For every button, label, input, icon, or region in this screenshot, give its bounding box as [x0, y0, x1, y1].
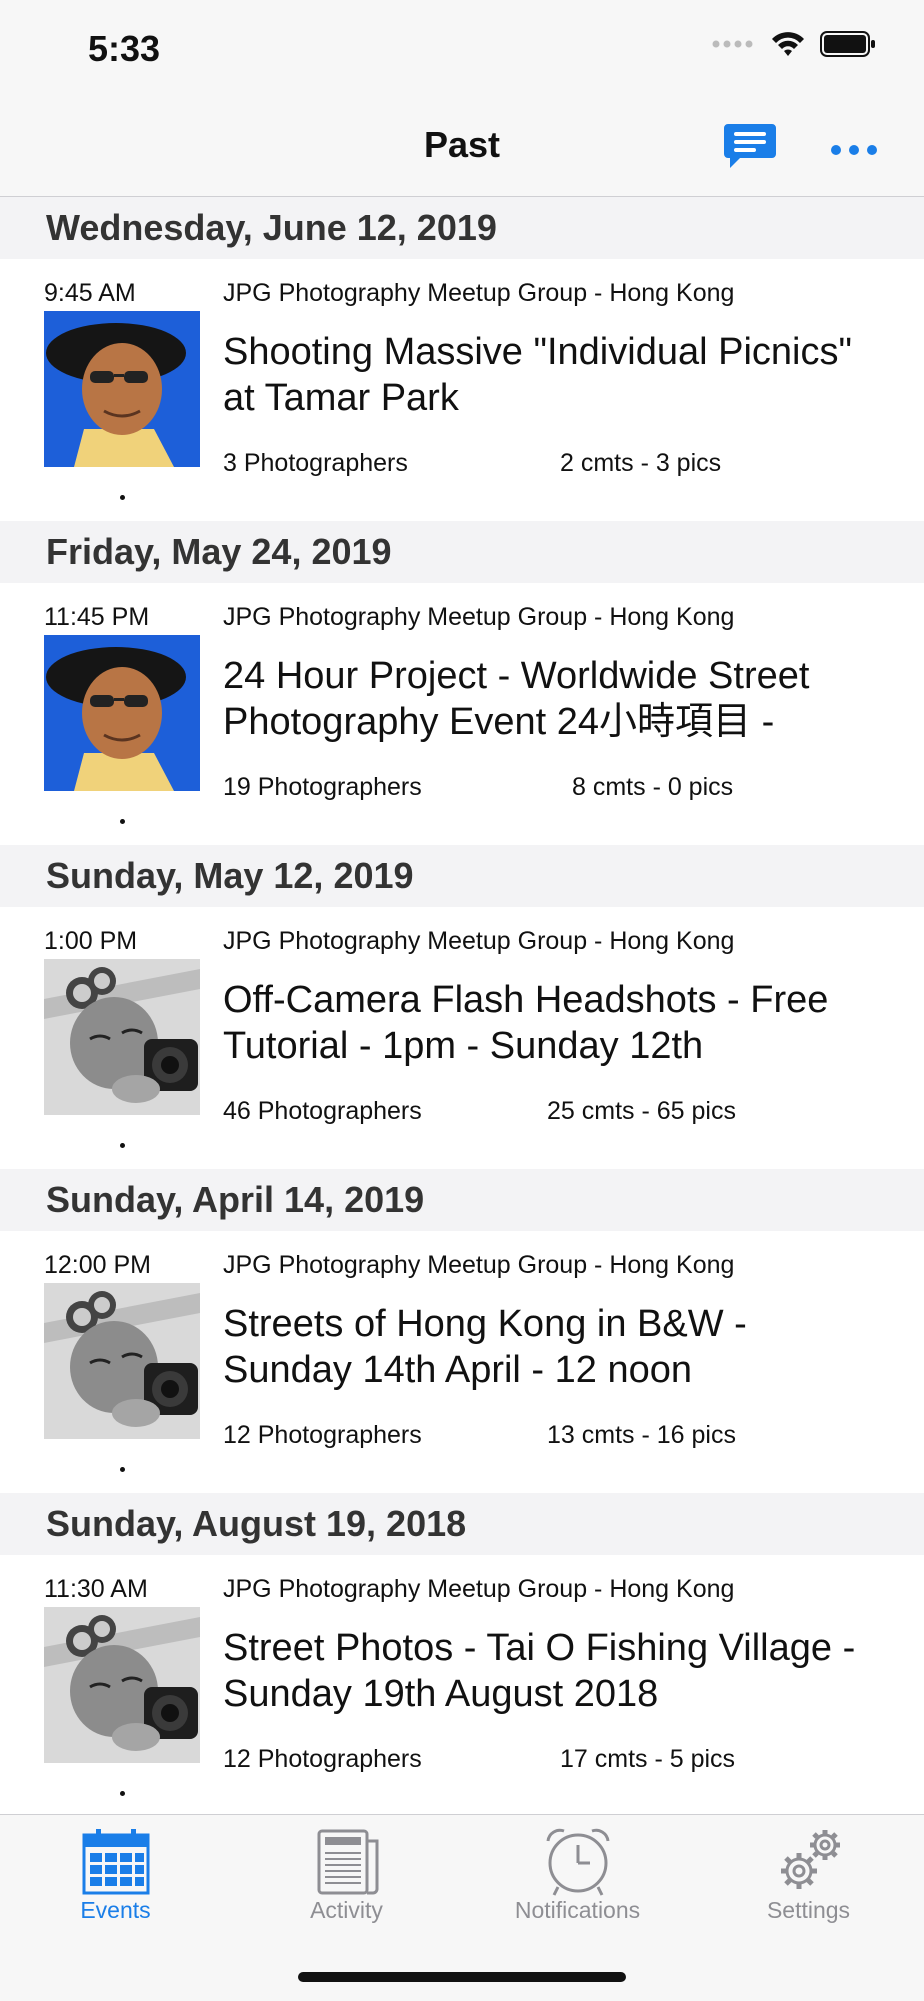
newspaper-icon: [317, 1829, 379, 1895]
photographer-count: 46 Photographers: [223, 1097, 422, 1125]
event-row[interactable]: 1:00 PM JPG Photography Meetup Group - H…: [0, 907, 924, 1169]
event-thumbnail: [44, 959, 200, 1115]
wifi-icon: [772, 32, 804, 56]
tab-label: Settings: [766, 1897, 851, 1923]
photographer-count: 19 Photographers: [223, 773, 422, 801]
event-group-name: JPG Photography Meetup Group - Hong Kong: [223, 1251, 735, 1279]
tab-label: Activity: [310, 1897, 383, 1923]
event-group-name: JPG Photography Meetup Group - Hong Kong: [223, 1575, 735, 1603]
event-thumbnail: [44, 1283, 200, 1439]
chat-icon[interactable]: [720, 118, 780, 178]
status-bar: 5:33: [0, 0, 924, 100]
row-dot: [120, 495, 125, 500]
event-list: Wednesday, June 12, 2019 9:45 AM JPG Pho…: [0, 197, 924, 1817]
event-group-name: JPG Photography Meetup Group - Hong Kong: [223, 279, 735, 307]
battery-icon: [820, 31, 875, 57]
comments-pics-count: 2 cmts - 3 pics: [560, 449, 722, 477]
home-indicator[interactable]: [298, 1972, 626, 1982]
comments-pics-count: 17 cmts - 5 pics: [560, 1745, 736, 1773]
section-header-date: Sunday, August 19, 2018: [0, 1493, 924, 1555]
tab-activity[interactable]: Activity: [231, 1815, 462, 1935]
event-row[interactable]: 11:30 AM JPG Photography Meetup Group - …: [0, 1555, 924, 1817]
tab-events[interactable]: Events: [0, 1815, 231, 1935]
tab-notifications[interactable]: Notifications: [462, 1815, 693, 1935]
event-thumbnail: [44, 311, 200, 467]
event-title: Street Photos - Tai O Fishing Village - …: [223, 1627, 856, 1715]
event-time: 9:45 AM: [44, 279, 136, 307]
section-header-date: Friday, May 24, 2019: [0, 521, 924, 583]
event-row[interactable]: 11:45 PM JPG Photography Meetup Group - …: [0, 583, 924, 845]
comments-pics-count: 25 cmts - 65 pics: [547, 1097, 736, 1125]
calendar-icon: [82, 1829, 150, 1895]
event-title: Streets of Hong Kong in B&W - Sunday 14t…: [223, 1303, 747, 1391]
photographer-count: 12 Photographers: [223, 1421, 422, 1449]
page-title: Past: [423, 124, 501, 165]
row-dot: [120, 1467, 125, 1472]
status-time: 5:33: [88, 28, 161, 69]
row-dot: [120, 1143, 125, 1148]
tab-label: Events: [80, 1897, 151, 1923]
more-button[interactable]: [828, 124, 884, 174]
event-time: 11:45 PM: [44, 603, 150, 631]
event-time: 11:30 AM: [44, 1575, 148, 1603]
alarm-clock-icon: [546, 1828, 610, 1896]
photographer-count: 3 Photographers: [223, 449, 408, 477]
event-row[interactable]: 9:45 AM JPG Photography Meetup Group - H…: [0, 259, 924, 521]
event-title: Shooting Massive "Individual Picnics" at…: [223, 331, 852, 419]
comments-pics-count: 13 cmts - 16 pics: [547, 1421, 736, 1449]
event-group-name: JPG Photography Meetup Group - Hong Kong: [223, 927, 735, 955]
photographer-count: 12 Photographers: [223, 1745, 422, 1773]
event-group-name: JPG Photography Meetup Group - Hong Kong: [223, 603, 735, 631]
section-header-date: Sunday, May 12, 2019: [0, 845, 924, 907]
more-icon: [831, 145, 877, 155]
event-time: 1:00 PM: [44, 927, 138, 955]
signal-icon: [712, 40, 753, 48]
section-header-date: Wednesday, June 12, 2019: [0, 197, 924, 259]
row-dot: [120, 1791, 125, 1796]
comments-pics-count: 8 cmts - 0 pics: [572, 773, 734, 801]
event-thumbnail: [44, 1607, 200, 1763]
nav-bar: Past: [0, 100, 924, 197]
row-dot: [120, 819, 125, 824]
event-title: 24 Hour Project - Worldwide Street Photo…: [223, 655, 810, 743]
event-title: Off-Camera Flash Headshots - Free Tutori…: [223, 979, 829, 1067]
tab-label: Notifications: [514, 1897, 641, 1923]
event-time: 12:00 PM: [44, 1251, 152, 1279]
section-header-date: Sunday, April 14, 2019: [0, 1169, 924, 1231]
status-icons: [712, 30, 876, 58]
gears-icon: [781, 1830, 840, 1889]
event-thumbnail: [44, 635, 200, 791]
event-row[interactable]: 12:00 PM JPG Photography Meetup Group - …: [0, 1231, 924, 1493]
tab-settings[interactable]: Settings: [693, 1815, 924, 1935]
